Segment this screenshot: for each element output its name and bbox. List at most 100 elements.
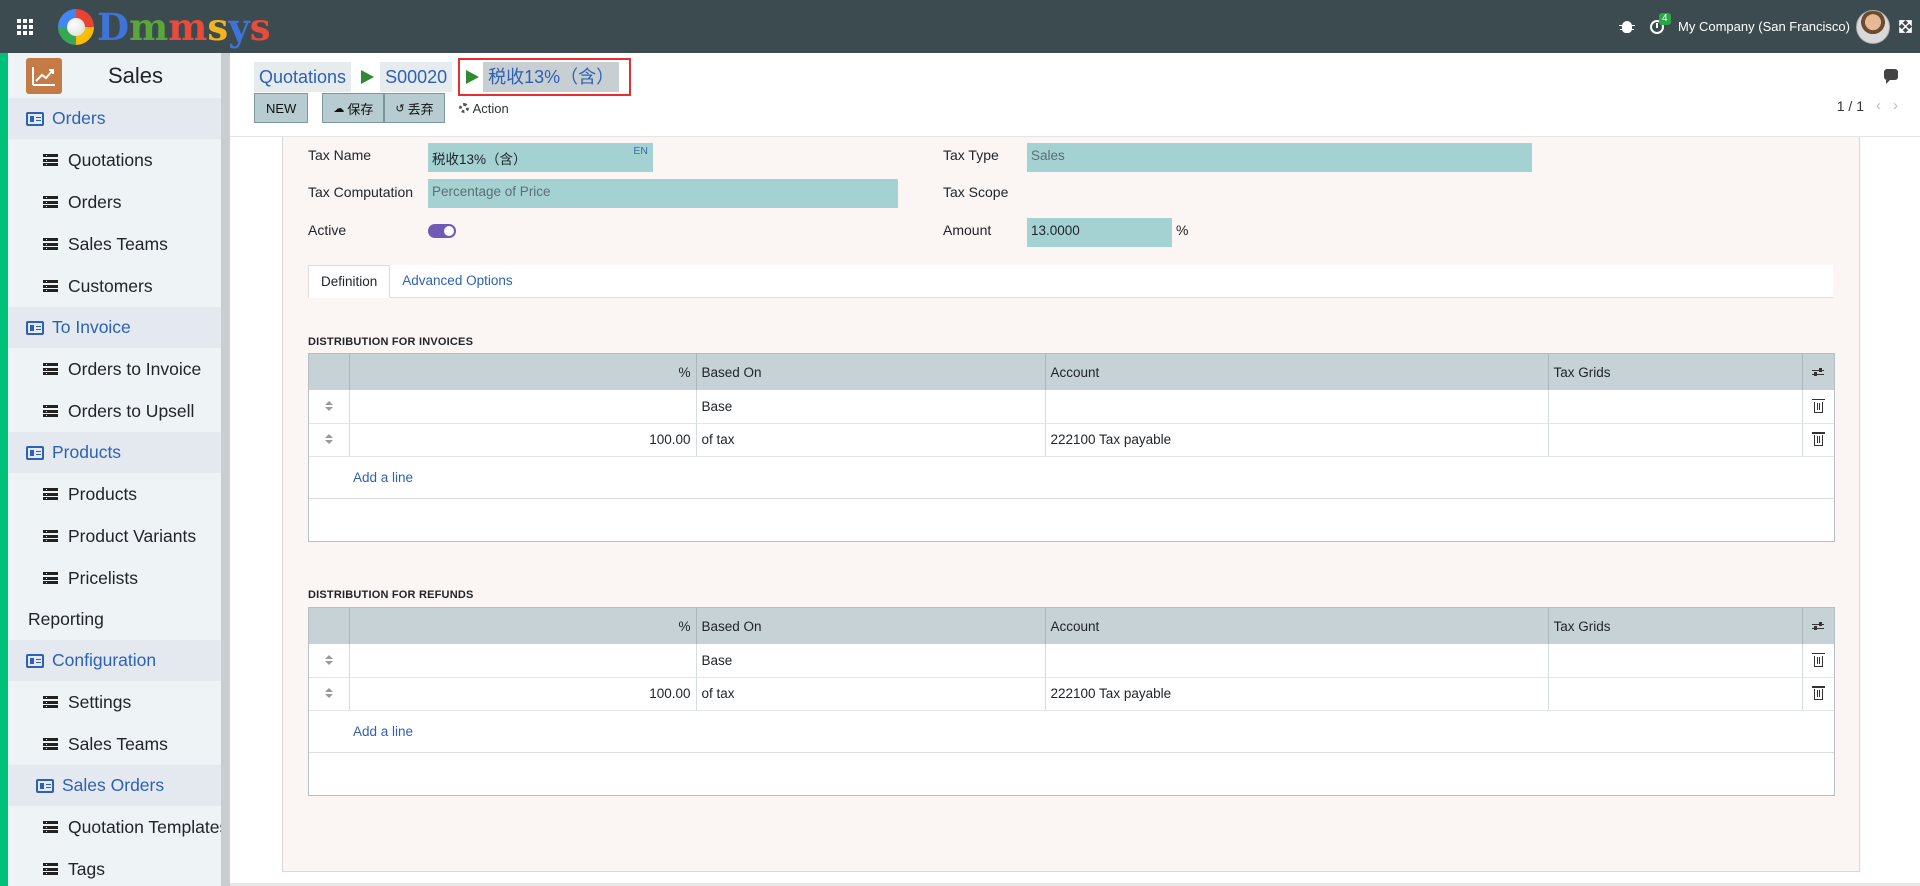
sidebar-item-sales-teams[interactable]: Sales Teams (8, 223, 230, 265)
sidebar-section-configuration[interactable]: Configuration (8, 640, 230, 681)
cell-account[interactable]: 222100 Tax payable (1045, 423, 1549, 457)
optional-columns-toggle[interactable] (1802, 354, 1834, 390)
column-header-based-on[interactable]: Based On (696, 608, 1046, 644)
cell-based-on[interactable]: of tax (696, 677, 1046, 711)
drag-handle-icon (324, 688, 333, 698)
breadcrumb-quotations[interactable]: Quotations (254, 62, 352, 92)
breadcrumb-arrow-icon (361, 70, 375, 84)
row-drag-handle[interactable] (309, 677, 350, 711)
pager-prev-icon[interactable]: ‹ (1876, 97, 1881, 114)
sidebar-item-sales-teams[interactable]: Sales Teams (8, 723, 230, 765)
column-header-tax-grids[interactable]: Tax Grids (1548, 608, 1803, 644)
sliders-icon (1812, 621, 1825, 631)
debug-bug-icon[interactable] (1612, 0, 1642, 53)
sidebar-item-customers[interactable]: Customers (8, 265, 230, 307)
cell-account[interactable]: 222100 Tax payable (1045, 677, 1549, 711)
pager-value[interactable]: 1 / 1 (1837, 98, 1864, 114)
row-drag-handle[interactable] (309, 390, 350, 424)
sidebar-item-quotation-templates[interactable]: Quotation Templates (8, 806, 230, 848)
invoices-section-title: DISTRIBUTION FOR INVOICES (308, 336, 474, 348)
optional-columns-toggle[interactable] (1802, 608, 1834, 644)
amount-input[interactable]: 13.0000 (1027, 218, 1172, 247)
cell-based-on[interactable]: Base (696, 390, 1046, 424)
sidebar-item-label: Pricelists (68, 567, 139, 588)
sidebar-section-to-invoice[interactable]: To Invoice (8, 307, 230, 348)
delete-row-button[interactable] (1802, 390, 1834, 424)
sidebar-item-settings[interactable]: Settings (8, 681, 230, 723)
cell-percent[interactable] (349, 390, 697, 424)
list-icon (43, 696, 58, 708)
sidebar-item-tags[interactable]: Tags (8, 848, 230, 886)
cell-account[interactable] (1045, 390, 1549, 424)
apps-menu-icon[interactable] (0, 0, 50, 53)
company-switcher[interactable]: My Company (San Francisco) (1678, 19, 1850, 34)
sidebar-item-orders-to-invoice[interactable]: Orders to Invoice (8, 348, 230, 390)
active-toggle[interactable] (428, 224, 456, 238)
sidebar-item-label: Sales Teams (68, 733, 168, 754)
cell-percent[interactable] (349, 644, 697, 678)
tab-advanced-options[interactable]: Advanced Options (390, 265, 524, 298)
list-icon (43, 280, 58, 292)
tab-definition[interactable]: Definition (308, 265, 391, 298)
list-icon (43, 572, 58, 584)
table-row[interactable]: 100.00 of tax 222100 Tax payable (309, 677, 1834, 711)
save-button[interactable]: ☁ 保存 (322, 93, 385, 123)
delete-row-button[interactable] (1802, 423, 1834, 457)
translate-lang-button[interactable]: EN (633, 145, 648, 157)
sidebar-section-label: Configuration (52, 650, 157, 670)
new-button[interactable]: NEW (254, 93, 309, 123)
invoices-add-line[interactable]: Add a line (309, 457, 1834, 499)
brand-logo[interactable]: Dmmsys (58, 5, 271, 49)
refunds-add-line[interactable]: Add a line (309, 711, 1834, 753)
cell-tax-grids[interactable] (1548, 677, 1803, 711)
table-row[interactable]: Base (309, 644, 1834, 678)
sidebar-section-label: Sales Orders (62, 775, 165, 795)
action-menu[interactable]: Action (458, 101, 509, 116)
main-area: Quotations S00020 税收13%（含） NEW ☁ 保存 ↺ 丢弃 A… (230, 53, 1920, 886)
sidebar-item-orders-to-upsell[interactable]: Orders to Upsell (8, 390, 230, 432)
sidebar-item-product-variants[interactable]: Product Variants (8, 515, 230, 557)
delete-row-button[interactable] (1802, 677, 1834, 711)
tax-name-value: 税收13%（含） (432, 152, 527, 167)
cell-based-on[interactable]: Base (696, 644, 1046, 678)
delete-row-button[interactable] (1802, 644, 1834, 678)
discard-button[interactable]: ↺ 丢弃 (384, 93, 445, 123)
cell-tax-grids[interactable] (1548, 390, 1803, 424)
cell-account[interactable] (1045, 644, 1549, 678)
sidebar-section-orders[interactable]: Orders (8, 98, 230, 139)
column-header-account[interactable]: Account (1045, 608, 1549, 644)
cell-tax-grids[interactable] (1548, 644, 1803, 678)
sidebar-item-products[interactable]: Products (8, 473, 230, 515)
sidebar-item-label: Quotations (68, 149, 153, 170)
cell-based-on[interactable]: of tax (696, 423, 1046, 457)
column-header-based-on[interactable]: Based On (696, 354, 1046, 390)
fullscreen-expand-icon[interactable] (1890, 20, 1920, 33)
tax-computation-select[interactable]: Percentage of Price (428, 179, 898, 208)
cell-percent[interactable]: 100.00 (349, 677, 697, 711)
column-header-percent[interactable]: % (349, 608, 697, 644)
activity-clock-icon[interactable]: 4 (1642, 0, 1672, 53)
row-drag-handle[interactable] (309, 644, 350, 678)
chatter-toggle-icon[interactable] (1884, 69, 1898, 84)
column-header-account[interactable]: Account (1045, 354, 1549, 390)
row-drag-handle[interactable] (309, 423, 350, 457)
sidebar-section-products[interactable]: Products (8, 432, 230, 473)
handle-column-header (309, 354, 350, 390)
tax-name-input[interactable]: 税收13%（含） EN (428, 143, 653, 172)
table-row[interactable]: Base (309, 390, 1834, 424)
sidebar-section-reporting[interactable]: Reporting (8, 599, 230, 640)
column-header-tax-grids[interactable]: Tax Grids (1548, 354, 1803, 390)
table-row[interactable]: 100.00 of tax 222100 Tax payable (309, 423, 1834, 457)
pager-next-icon[interactable]: › (1893, 97, 1898, 114)
user-avatar[interactable] (1856, 9, 1890, 44)
column-header-percent[interactable]: % (349, 354, 697, 390)
sidebar-item-pricelists[interactable]: Pricelists (8, 557, 230, 599)
tax-type-select[interactable]: Sales (1027, 143, 1532, 172)
sidebar-section-sales-orders[interactable]: Sales Orders (8, 765, 230, 806)
cell-percent[interactable]: 100.00 (349, 423, 697, 457)
sidebar-item-orders[interactable]: Orders (8, 181, 230, 223)
cell-tax-grids[interactable] (1548, 423, 1803, 457)
sidebar-item-quotations[interactable]: Quotations (8, 139, 230, 181)
trash-icon (1811, 398, 1825, 413)
breadcrumb-order[interactable]: S00020 (380, 62, 453, 92)
